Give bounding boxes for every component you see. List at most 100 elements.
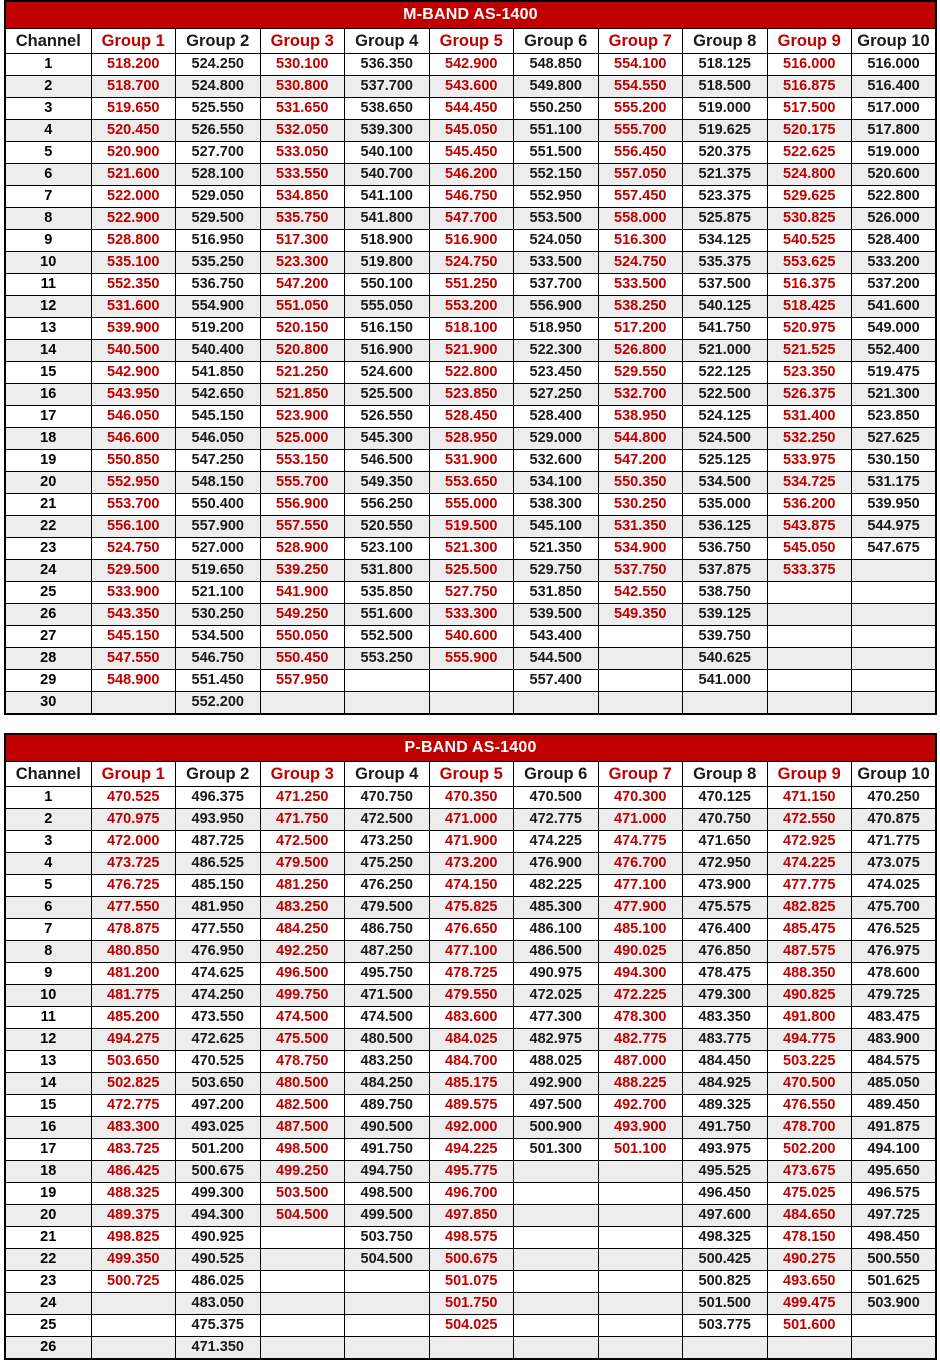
m-band-column-header-0: Channel bbox=[4, 28, 92, 54]
m-band-frequency-cell: 547.200 bbox=[597, 449, 683, 472]
m-band-frequency-cell: 547.200 bbox=[259, 273, 345, 296]
p-band-frequency-cell: 470.300 bbox=[597, 786, 683, 809]
m-band-frequency-cell: 521.375 bbox=[682, 163, 768, 186]
p-band-frequency-cell: 479.500 bbox=[259, 852, 345, 875]
m-band-frequency-cell: 549.000 bbox=[851, 317, 937, 340]
m-band-frequency-cell: 531.350 bbox=[597, 515, 683, 538]
m-band-frequency-cell bbox=[597, 669, 683, 692]
p-band-frequency-cell bbox=[513, 1204, 599, 1227]
m-band-frequency-cell: 538.650 bbox=[344, 97, 430, 120]
p-band-column-header-7: Group 7 bbox=[597, 761, 683, 787]
p-band-row: 15 472.775 497.200 482.500 489.750 489.575 497… bbox=[4, 1094, 937, 1117]
p-band-channel-number: 14 bbox=[4, 1072, 92, 1095]
m-band-frequency-cell: 519.500 bbox=[428, 515, 514, 538]
p-band-frequency-cell: 490.025 bbox=[597, 940, 683, 963]
m-band-frequency-cell bbox=[766, 691, 852, 715]
p-band-frequency-cell: 501.600 bbox=[766, 1314, 852, 1337]
m-band-frequency-cell: 545.050 bbox=[428, 119, 514, 142]
m-band-channel-number: 13 bbox=[4, 317, 92, 340]
m-band-frequency-cell: 557.050 bbox=[597, 163, 683, 186]
p-band-frequency-cell: 486.500 bbox=[513, 940, 599, 963]
p-band-frequency-cell: 476.850 bbox=[682, 940, 768, 963]
p-band-frequency-cell: 470.875 bbox=[851, 808, 937, 831]
p-band-row: 10 481.775 474.250 499.750 471.500 479.550 472… bbox=[4, 984, 937, 1007]
m-band-frequency-cell: 522.800 bbox=[851, 185, 937, 208]
m-band-frequency-cell: 552.200 bbox=[175, 691, 261, 715]
p-band-row: 1 470.525 496.375 471.250 470.750 470.350 470.… bbox=[4, 786, 937, 809]
m-band-frequency-cell: 528.100 bbox=[175, 163, 261, 186]
p-band-frequency-cell bbox=[259, 1314, 345, 1337]
p-band-channel-number: 3 bbox=[4, 830, 92, 853]
m-band-frequency-cell bbox=[851, 603, 937, 626]
m-band-channel-number: 22 bbox=[4, 515, 92, 538]
p-band-frequency-cell bbox=[513, 1248, 599, 1271]
m-band-row: 24 529.500 519.650 539.250 531.800 525.500 529… bbox=[4, 559, 937, 582]
m-band-row: 2 518.700 524.800 530.800 537.700 543.600 549.… bbox=[4, 75, 937, 98]
m-band-frequency-cell: 522.000 bbox=[90, 185, 176, 208]
m-band-frequency-cell: 530.150 bbox=[851, 449, 937, 472]
m-band-row: 18 546.600 546.050 525.000 545.300 528.950 529… bbox=[4, 427, 937, 450]
p-band-frequency-cell: 470.975 bbox=[90, 808, 176, 831]
p-band-channel-number: 6 bbox=[4, 896, 92, 919]
p-band-frequency-cell: 492.250 bbox=[259, 940, 345, 963]
p-band-frequency-cell: 472.225 bbox=[597, 984, 683, 1007]
p-band-frequency-cell: 484.575 bbox=[851, 1050, 937, 1073]
m-band-frequency-cell: 545.100 bbox=[513, 515, 599, 538]
p-band-frequency-cell: 484.700 bbox=[428, 1050, 514, 1073]
m-band-frequency-cell: 546.600 bbox=[90, 427, 176, 450]
m-band-channel-number: 4 bbox=[4, 119, 92, 142]
m-band-frequency-cell: 520.450 bbox=[90, 119, 176, 142]
m-band-frequency-cell: 519.000 bbox=[851, 141, 937, 164]
m-band-frequency-cell: 524.800 bbox=[766, 163, 852, 186]
m-band-frequency-cell: 531.800 bbox=[344, 559, 430, 582]
p-band-frequency-cell: 501.200 bbox=[175, 1138, 261, 1161]
m-band-frequency-cell: 527.700 bbox=[175, 141, 261, 164]
m-band-frequency-cell: 519.800 bbox=[344, 251, 430, 274]
p-band-frequency-cell: 493.025 bbox=[175, 1116, 261, 1139]
p-band-frequency-cell: 470.525 bbox=[90, 786, 176, 809]
m-band-frequency-cell: 520.800 bbox=[259, 339, 345, 362]
p-band-frequency-cell: 498.325 bbox=[682, 1226, 768, 1249]
p-band-frequency-cell: 504.500 bbox=[344, 1248, 430, 1271]
m-band-frequency-cell: 530.250 bbox=[597, 493, 683, 516]
p-band-header-row: Channel Group 1 Group 2 Group 3 Group 4 Group… bbox=[4, 761, 937, 787]
m-band-row: 12 531.600 554.900 551.050 555.050 553.200 556… bbox=[4, 295, 937, 318]
p-band-frequency-cell: 477.100 bbox=[428, 940, 514, 963]
m-band-frequency-cell: 532.250 bbox=[766, 427, 852, 450]
p-band-frequency-cell bbox=[597, 1182, 683, 1205]
p-band-frequency-cell: 476.400 bbox=[682, 918, 768, 941]
m-band-frequency-cell: 538.750 bbox=[682, 581, 768, 604]
m-band-frequency-cell bbox=[851, 647, 937, 670]
m-band-frequency-cell: 534.125 bbox=[682, 229, 768, 252]
p-band-frequency-cell: 490.975 bbox=[513, 962, 599, 985]
m-band-channel-number: 19 bbox=[4, 449, 92, 472]
p-band-frequency-cell: 479.500 bbox=[344, 896, 430, 919]
p-band-frequency-cell: 478.750 bbox=[259, 1050, 345, 1073]
p-band-frequency-cell: 473.675 bbox=[766, 1160, 852, 1183]
p-band-frequency-cell: 484.450 bbox=[682, 1050, 768, 1073]
p-band-frequency-cell: 486.750 bbox=[344, 918, 430, 941]
p-band-channel-number: 17 bbox=[4, 1138, 92, 1161]
m-band-row: 4 520.450 526.550 532.050 539.300 545.050 551.… bbox=[4, 119, 937, 142]
m-band-frequency-cell: 525.000 bbox=[259, 427, 345, 450]
m-band-frequency-cell: 530.825 bbox=[766, 207, 852, 230]
p-band-frequency-cell: 477.900 bbox=[597, 896, 683, 919]
p-band-frequency-cell: 472.550 bbox=[766, 808, 852, 831]
m-band-row: 27 545.150 534.500 550.050 552.500 540.600 543… bbox=[4, 625, 937, 648]
m-band-row: 10 535.100 535.250 523.300 519.800 524.750 533… bbox=[4, 251, 937, 274]
p-band-frequency-cell bbox=[766, 1336, 852, 1360]
m-band-frequency-cell: 536.750 bbox=[682, 537, 768, 560]
m-band-frequency-cell: 528.900 bbox=[259, 537, 345, 560]
m-band-frequency-cell: 522.125 bbox=[682, 361, 768, 384]
m-band-column-header-5: Group 5 bbox=[428, 28, 514, 54]
p-band-frequency-cell: 473.725 bbox=[90, 852, 176, 875]
p-band-frequency-cell: 472.775 bbox=[90, 1094, 176, 1117]
p-band-frequency-cell: 501.100 bbox=[597, 1138, 683, 1161]
m-band-frequency-cell: 524.600 bbox=[344, 361, 430, 384]
m-band-frequency-cell: 555.700 bbox=[259, 471, 345, 494]
p-band-frequency-cell: 489.325 bbox=[682, 1094, 768, 1117]
m-band-frequency-cell: 525.125 bbox=[682, 449, 768, 472]
m-band-frequency-cell: 518.500 bbox=[682, 75, 768, 98]
m-band-row: 19 550.850 547.250 553.150 546.500 531.900 532… bbox=[4, 449, 937, 472]
m-band-frequency-cell: 554.900 bbox=[175, 295, 261, 318]
